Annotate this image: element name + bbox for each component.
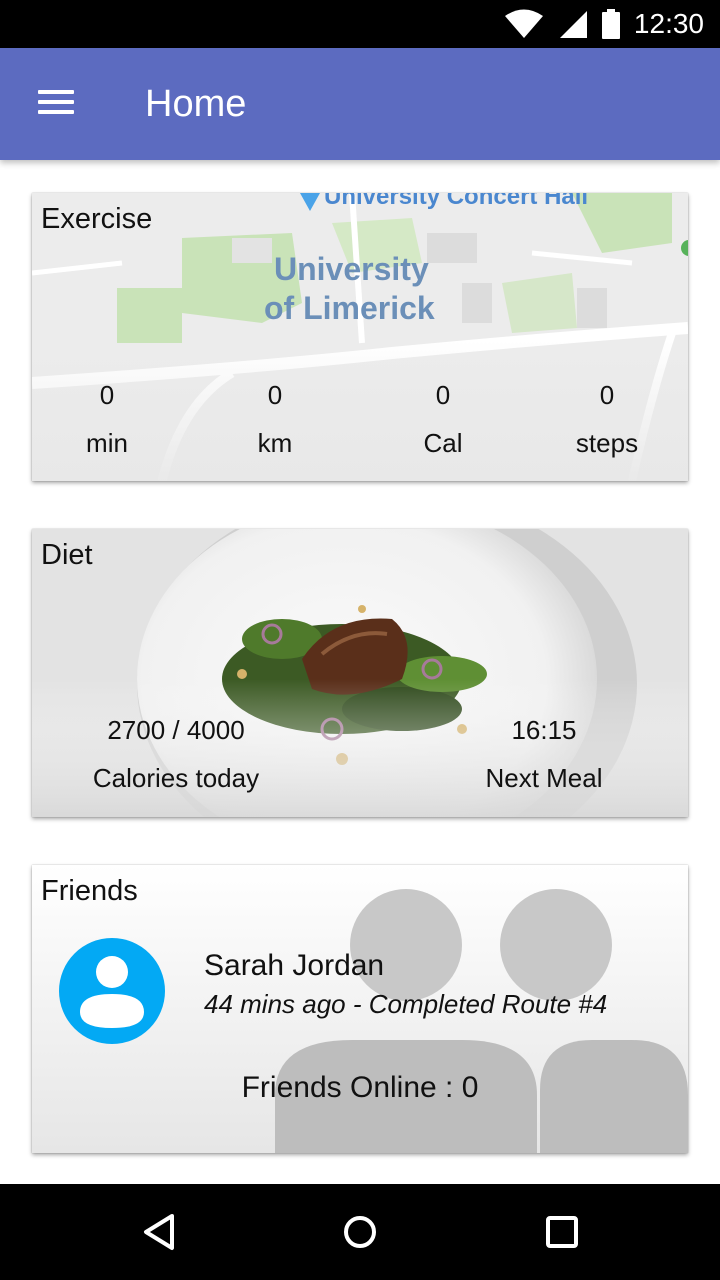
calories-label: Calories today	[92, 763, 260, 793]
wifi-icon	[504, 9, 543, 38]
stat-label: Cal	[423, 428, 463, 458]
avatar[interactable]	[59, 938, 165, 1044]
next-meal-label: Next Meal	[485, 763, 603, 793]
stat-steps: 0 steps	[557, 380, 657, 458]
stat-label: steps	[575, 428, 639, 458]
battery-icon	[601, 9, 620, 39]
app-bar: Home	[0, 48, 720, 160]
next-meal-stat: 16:15 Next Meal	[464, 715, 624, 793]
card-title-exercise: Exercise	[41, 203, 153, 235]
stat-distance: 0 km	[235, 380, 315, 458]
home-icon[interactable]	[332, 1204, 388, 1260]
back-icon[interactable]	[132, 1204, 188, 1260]
navigation-bar	[0, 1184, 720, 1280]
calories-value: 2700 / 4000	[107, 715, 245, 745]
card-title-diet: Diet	[41, 539, 93, 571]
stat-label: km	[257, 428, 293, 458]
friend-name: Sarah Jordan	[204, 949, 385, 982]
signal-icon	[559, 11, 587, 38]
exercise-card[interactable]: University Concert Hall University of Li…	[32, 193, 688, 481]
map-label-campus-line2: of Limerick	[264, 290, 435, 326]
friends-online-count: Friends Online : 0	[241, 1071, 479, 1104]
page-title: Home	[145, 83, 247, 125]
status-icons: 12:30	[504, 8, 704, 40]
map-label-venue: University Concert Hall	[324, 193, 589, 210]
user-icon	[80, 956, 144, 1028]
stat-value: 0	[435, 380, 451, 410]
calories-today-stat: 2700 / 4000 Calories today	[66, 715, 286, 793]
next-meal-value: 16:15	[511, 715, 577, 745]
friends-card[interactable]: Friends Sarah Jordan 44 mins ago - Compl…	[32, 865, 688, 1153]
stat-label: min	[86, 428, 128, 458]
diet-card[interactable]: Diet 2700 / 4000 Calories today 16:15 Ne…	[32, 529, 688, 817]
stat-value: 0	[99, 380, 115, 410]
map-label-campus-line1: University	[274, 251, 429, 287]
stat-value: 0	[599, 380, 615, 410]
status-time: 12:30	[633, 8, 704, 39]
stat-minutes: 0 min	[67, 380, 147, 458]
status-bar: 12:30	[0, 0, 720, 48]
card-title-friends: Friends	[41, 875, 138, 907]
hamburger-menu-icon[interactable]	[28, 84, 84, 124]
stat-value: 0	[267, 380, 283, 410]
friend-activity: 44 mins ago - Completed Route #4	[204, 989, 608, 1019]
stat-calories: 0 Cal	[403, 380, 483, 458]
recents-icon[interactable]	[534, 1204, 590, 1260]
